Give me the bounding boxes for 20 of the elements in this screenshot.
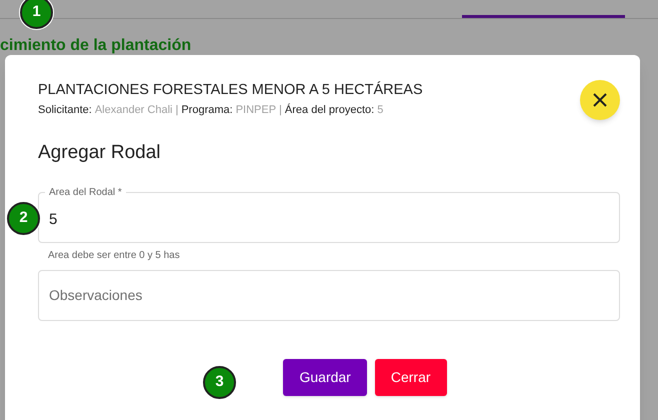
section-heading: cimiento de la plantación	[0, 36, 192, 56]
detail-value: Alexander Chali	[94, 103, 172, 118]
field-value: 5	[49, 210, 58, 230]
detail-value: PINPEP	[236, 103, 276, 118]
field-placeholder: Observaciones	[49, 286, 142, 304]
input-field[interactable]: Observaciones	[38, 270, 620, 320]
dialog-title: PLANTACIONES FORESTALES MENOR A 5 HECTÁREAS	[38, 80, 424, 100]
close-button[interactable]	[580, 80, 620, 120]
detail-label: Solicitante:	[38, 103, 92, 118]
save-button[interactable]: Guardar	[283, 358, 367, 396]
detail-label: Programa:	[181, 103, 233, 118]
helper-text: Area debe ser entre 0 y 5 has	[47, 248, 181, 262]
separator: |	[279, 103, 282, 118]
form-heading: Agregar Rodal	[38, 140, 162, 164]
detail-value: 5	[377, 103, 384, 118]
separator: |	[175, 103, 178, 118]
step-marker: 1	[20, 0, 53, 29]
close-form-button[interactable]: Cerrar	[374, 358, 447, 396]
close-icon	[593, 93, 607, 107]
detail-label: Área del proyecto:	[284, 102, 374, 118]
